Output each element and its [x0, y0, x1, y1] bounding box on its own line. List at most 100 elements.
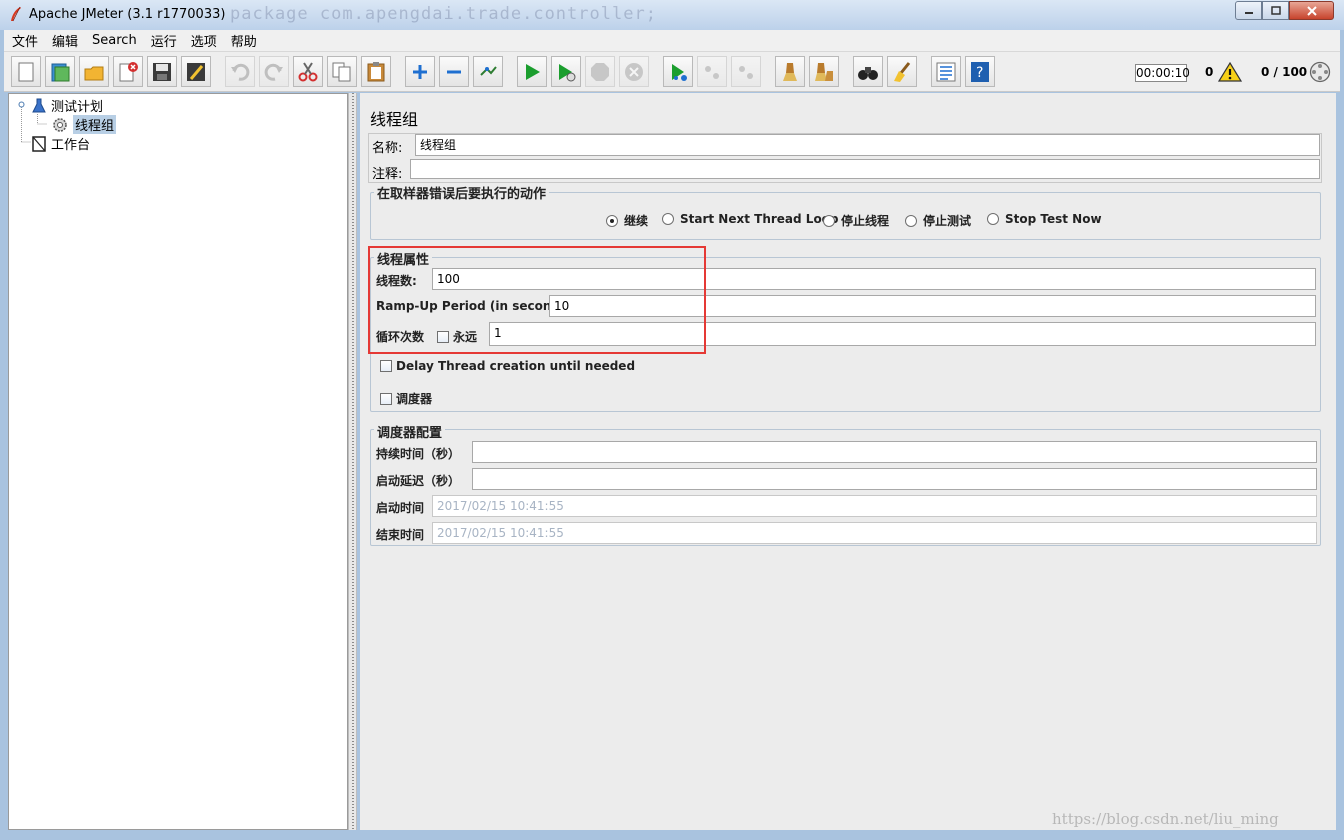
panel-title: 线程组: [370, 110, 419, 129]
close-file-icon: [119, 62, 138, 82]
undo-button[interactable]: [225, 56, 255, 87]
warning-icon[interactable]: [1218, 61, 1242, 83]
highlight-annotation-box: [368, 246, 706, 354]
redo-button[interactable]: [259, 56, 289, 87]
remote-start-icon: [672, 64, 687, 81]
maximize-icon: [1270, 6, 1281, 15]
stop-icon: [591, 63, 609, 81]
start-no-pauses-button[interactable]: [551, 56, 581, 87]
menu-bar: 文件 编辑 Search 运行 选项 帮助: [4, 30, 1340, 52]
undo-icon: [231, 63, 250, 81]
svg-text:?: ?: [976, 65, 983, 81]
new-button[interactable]: [11, 56, 41, 87]
radio-stop-test-now[interactable]: Stop Test Now: [987, 212, 1102, 226]
toolbar: ? 00:00:10 0 0 / 100: [4, 52, 1340, 92]
paste-button[interactable]: [361, 56, 391, 87]
shutdown-button[interactable]: [619, 56, 649, 87]
remote-start-all-button[interactable]: [663, 56, 693, 87]
clear-all-button[interactable]: [809, 56, 839, 87]
tree-node-test-plan[interactable]: 测试计划: [31, 96, 103, 115]
remote-shutdown-all-button[interactable]: [731, 56, 761, 87]
save-button[interactable]: [147, 56, 177, 87]
shutdown-icon: [625, 63, 643, 81]
duration-field[interactable]: [472, 441, 1317, 463]
watermark: https://blog.csdn.net/liu_ming: [1052, 810, 1279, 828]
radio-button: [987, 213, 999, 225]
expand-all-button[interactable]: [405, 56, 435, 87]
scheduler-config-title: 调度器配置: [374, 422, 446, 441]
radio-button: [905, 214, 917, 227]
open-icon: [84, 66, 104, 81]
radio-button: [662, 213, 674, 225]
start-icon: [526, 64, 540, 80]
stop-button[interactable]: [585, 56, 615, 87]
scheduler-checkbox[interactable]: 调度器: [380, 390, 432, 407]
collapse-icon: [447, 70, 461, 74]
menu-edit[interactable]: 编辑: [52, 31, 78, 50]
minimize-icon: [1244, 11, 1253, 14]
menu-options[interactable]: 选项: [191, 31, 217, 50]
end-time-field[interactable]: 2017/02/15 10:41:55: [432, 522, 1317, 544]
radio-stop-thread[interactable]: 停止线程: [823, 212, 889, 229]
close-file-button[interactable]: [113, 56, 143, 87]
sampler-error-action-title: 在取样器错误后要执行的动作: [374, 183, 550, 202]
maximize-button[interactable]: [1262, 1, 1289, 20]
menu-run[interactable]: 运行: [151, 31, 177, 50]
paste-icon: [367, 62, 385, 82]
close-window-button[interactable]: [1289, 1, 1334, 20]
start-no-pause-icon: [559, 64, 576, 82]
save-icon: [153, 63, 171, 81]
split-pane-divider[interactable]: [348, 93, 357, 830]
minimize-button[interactable]: [1235, 1, 1262, 20]
menu-help[interactable]: 帮助: [231, 31, 257, 50]
thread-group-editor: 线程组 名称: 线程组 注释: 在取样器错误后要执行的动作 继续 Start N…: [360, 93, 1336, 830]
comment-field[interactable]: [410, 159, 1320, 179]
end-time-label: 结束时间: [376, 528, 425, 542]
help-button[interactable]: ?: [965, 56, 995, 87]
radio-start-next-thread-loop[interactable]: Start Next Thread Loop: [662, 212, 839, 226]
radio-button: [823, 214, 835, 227]
radio-button: [606, 214, 618, 227]
collapse-all-button[interactable]: [439, 56, 469, 87]
tree-node-workbench[interactable]: 工作台: [31, 134, 90, 153]
radio-continue[interactable]: 继续: [606, 212, 648, 229]
checkbox: [380, 392, 392, 405]
name-field[interactable]: 线程组: [415, 134, 1320, 156]
comment-label: 注释:: [372, 167, 403, 182]
clear-button[interactable]: [775, 56, 805, 87]
templates-button[interactable]: [45, 56, 75, 87]
status-globe-icon[interactable]: [1309, 61, 1331, 83]
remote-shutdown-icon: [739, 66, 753, 79]
save-as-button[interactable]: [181, 56, 211, 87]
delay-thread-creation-checkbox[interactable]: Delay Thread creation until needed: [380, 359, 635, 373]
duration-label: 持续时间（秒）: [376, 447, 461, 461]
reset-search-button[interactable]: [887, 56, 917, 87]
copy-button[interactable]: [327, 56, 357, 87]
tree-node-thread-group[interactable]: 线程组: [51, 115, 117, 134]
remote-stop-icon: [705, 66, 719, 79]
clear-all-icon: [815, 63, 833, 81]
copy-icon: [332, 62, 351, 82]
search-button[interactable]: [853, 56, 883, 87]
startup-delay-label: 启动延迟（秒）: [376, 474, 461, 488]
checkbox: [380, 360, 392, 372]
tree-label: 工作台: [51, 138, 91, 153]
open-button[interactable]: [79, 56, 109, 87]
redo-icon: [264, 63, 283, 81]
tree-label: 线程组: [73, 115, 117, 134]
test-plan-tree: 测试计划 线程组 工作台: [8, 93, 348, 830]
start-time-field[interactable]: 2017/02/15 10:41:55: [432, 495, 1317, 517]
function-helper-button[interactable]: [931, 56, 961, 87]
remote-stop-all-button[interactable]: [697, 56, 727, 87]
menu-search[interactable]: Search: [92, 33, 137, 48]
name-label: 名称:: [372, 141, 403, 156]
start-button[interactable]: [517, 56, 547, 87]
radio-stop-test[interactable]: 停止测试: [905, 212, 971, 229]
startup-delay-field[interactable]: [472, 468, 1317, 490]
toggle-button[interactable]: [473, 56, 503, 87]
close-icon: [1306, 5, 1317, 16]
error-count: 0: [1205, 65, 1214, 79]
expand-icon: [413, 65, 427, 79]
menu-file[interactable]: 文件: [12, 31, 38, 50]
cut-button[interactable]: [293, 56, 323, 87]
